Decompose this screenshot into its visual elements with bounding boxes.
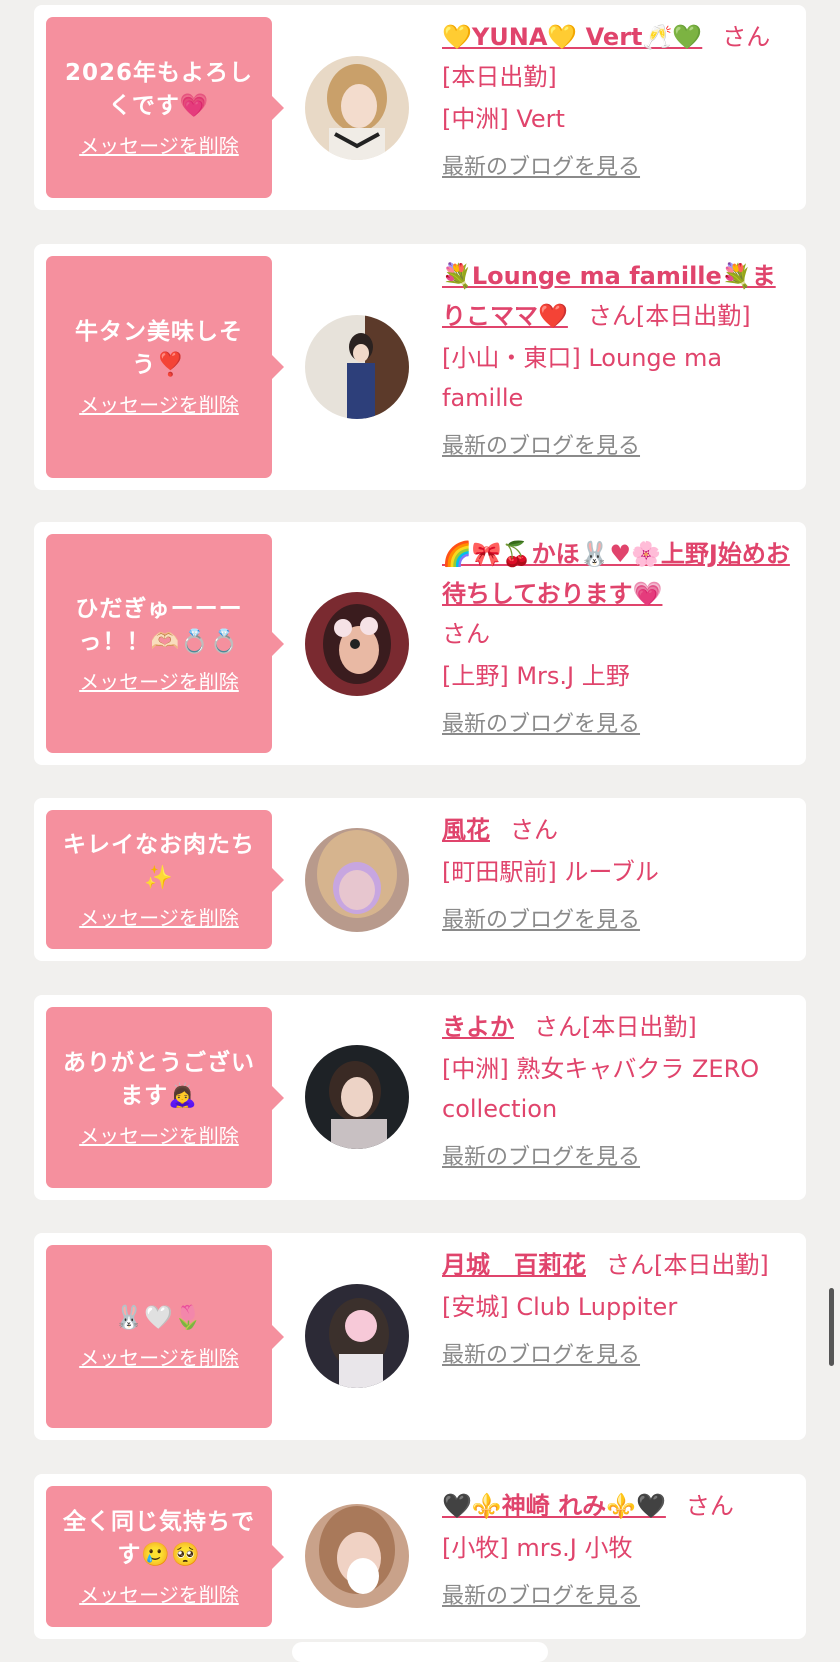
sender-info: 💛YUNA💛 Vert🥂💚 さん [本日出勤] [中洲] Vert 最新のブログを見… (442, 17, 790, 183)
message-bubble: 2026年もよろしくです💗 メッセージを削除 (46, 17, 284, 198)
shop-name: [町田駅前] ルーブル (442, 858, 659, 886)
message-text: 🐰🤍🌷 (114, 1305, 204, 1331)
sender-name-link[interactable]: 月城 百莉花 (442, 1251, 586, 1279)
avatar[interactable] (305, 56, 409, 160)
message-text: 牛タン美味しそう❣️ (75, 319, 243, 378)
working-today-badge: [本日出勤] (582, 1013, 697, 1041)
message-card: キレイなお肉たち✨ メッセージを削除 風花 さん [町田駅前] ルーブル 最新のブ… (34, 798, 806, 961)
shop-name: [安城] Club Luppiter (442, 1293, 678, 1321)
sender-info: 風花 さん [町田駅前] ルーブル 最新のブログを見る (442, 810, 790, 936)
delete-message-link[interactable]: メッセージを削除 (79, 669, 239, 695)
honorific: さん (442, 620, 490, 648)
honorific: さん (606, 1251, 654, 1279)
sender-info: きよか さん[本日出勤] [中洲] 熟女キャバクラ ZERO collection… (442, 1007, 790, 1173)
message-card: 🐰🤍🌷 メッセージを削除 月城 百莉花 さん[本日出勤] [安城] Club Lu… (34, 1233, 806, 1440)
sender-info: 💐Lounge ma famille💐まりこママ❤️ さん[本日出勤] [小山・東… (442, 256, 790, 462)
delete-message-link[interactable]: メッセージを削除 (79, 905, 239, 931)
delete-message-link[interactable]: メッセージを削除 (79, 133, 239, 159)
sender-name-link[interactable]: きよか (442, 1013, 514, 1041)
sender-info: 🌈🎀🍒かほ🐰♥🌸上野J始めお待ちしております💗 さん [上野] Mrs.J 上野 … (442, 534, 790, 740)
working-today-badge: [本日出勤] (654, 1251, 769, 1279)
delete-message-link[interactable]: メッセージを削除 (79, 1123, 239, 1149)
message-card: 全く同じ気持ちです🥲🥺 メッセージを削除 🖤⚜️神崎 れみ⚜️🖤 さん [小牧] … (34, 1474, 806, 1639)
shop-name: [中洲] Vert (442, 105, 565, 133)
sender-name-link[interactable]: 💛YUNA💛 Vert🥂💚 (442, 23, 702, 51)
sender-name-link[interactable]: 風花 (442, 816, 490, 844)
message-text: ありがとうございます🙇‍♀️ (63, 1049, 255, 1109)
avatar[interactable] (305, 1284, 409, 1388)
message-text: 全く同じ気持ちです🥲🥺 (63, 1508, 255, 1568)
delete-message-link[interactable]: メッセージを削除 (79, 1345, 239, 1371)
sender-name-link[interactable]: 🖤⚜️神崎 れみ⚜️🖤 (442, 1492, 666, 1520)
avatar[interactable] (305, 1045, 409, 1149)
working-today-badge: [本日出勤] (442, 63, 557, 91)
sender-info: 月城 百莉花 さん[本日出勤] [安城] Club Luppiter 最新のブログ… (442, 1245, 790, 1371)
sender-info: 🖤⚜️神崎 れみ⚜️🖤 さん [小牧] mrs.J 小牧 最新のブログを見る (442, 1486, 790, 1612)
message-card: 牛タン美味しそう❣️ メッセージを削除 💐Lounge ma famille💐ま… (34, 244, 806, 490)
message-bubble: 牛タン美味しそう❣️ メッセージを削除 (46, 256, 284, 478)
latest-blog-link[interactable]: 最新のブログを見る (442, 1582, 640, 1612)
message-text: 2026年もよろしくです💗 (64, 59, 253, 119)
latest-blog-link[interactable]: 最新のブログを見る (442, 1143, 640, 1173)
shop-name: [中洲] 熟女キャバクラ ZERO collection (442, 1055, 760, 1123)
message-card: ひだぎゅーーーっ！！🫶🏻💍💍 メッセージを削除 🌈🎀🍒かほ🐰♥🌸上野J始めお待ち… (34, 522, 806, 765)
avatar[interactable] (305, 315, 409, 419)
delete-message-link[interactable]: メッセージを削除 (79, 392, 239, 418)
message-text: ひだぎゅーーーっ！！🫶🏻💍💍 (75, 595, 243, 655)
message-text: キレイなお肉たち✨ (63, 831, 255, 891)
latest-blog-link[interactable]: 最新のブログを見る (442, 1341, 640, 1371)
honorific: さん (722, 23, 771, 51)
message-bubble: キレイなお肉たち✨ メッセージを削除 (46, 810, 284, 949)
bottom-toolbar-edge (292, 1642, 548, 1662)
shop-name: [小牧] mrs.J 小牧 (442, 1534, 633, 1562)
message-card: ありがとうございます🙇‍♀️ メッセージを削除 きよか さん[本日出勤] [中洲]… (34, 995, 806, 1200)
avatar[interactable] (305, 828, 409, 932)
latest-blog-link[interactable]: 最新のブログを見る (442, 906, 640, 936)
honorific: さん (587, 302, 636, 330)
message-bubble: 🐰🤍🌷 メッセージを削除 (46, 1245, 284, 1428)
working-today-badge: [本日出勤] (635, 302, 751, 330)
avatar[interactable] (305, 1504, 409, 1608)
sender-name-link[interactable]: 🌈🎀🍒かほ🐰♥🌸上野J始めお待ちしております💗 (442, 540, 790, 608)
honorific: さん (534, 1013, 582, 1041)
latest-blog-link[interactable]: 最新のブログを見る (442, 432, 640, 462)
latest-blog-link[interactable]: 最新のブログを見る (442, 153, 640, 183)
avatar[interactable] (305, 592, 409, 696)
latest-blog-link[interactable]: 最新のブログを見る (442, 710, 640, 740)
shop-name: [小山・東口] Lounge ma famille (442, 344, 723, 412)
shop-name: [上野] Mrs.J 上野 (442, 662, 630, 690)
message-bubble: ありがとうございます🙇‍♀️ メッセージを削除 (46, 1007, 284, 1188)
honorific: さん (685, 1492, 734, 1520)
message-bubble: 全く同じ気持ちです🥲🥺 メッセージを削除 (46, 1486, 284, 1627)
message-card: 2026年もよろしくです💗 メッセージを削除 💛YUNA💛 Vert🥂💚 さん [本… (34, 5, 806, 210)
message-bubble: ひだぎゅーーーっ！！🫶🏻💍💍 メッセージを削除 (46, 534, 284, 753)
scrollbar[interactable] (829, 1288, 834, 1366)
honorific: さん (510, 816, 558, 844)
delete-message-link[interactable]: メッセージを削除 (79, 1582, 239, 1608)
